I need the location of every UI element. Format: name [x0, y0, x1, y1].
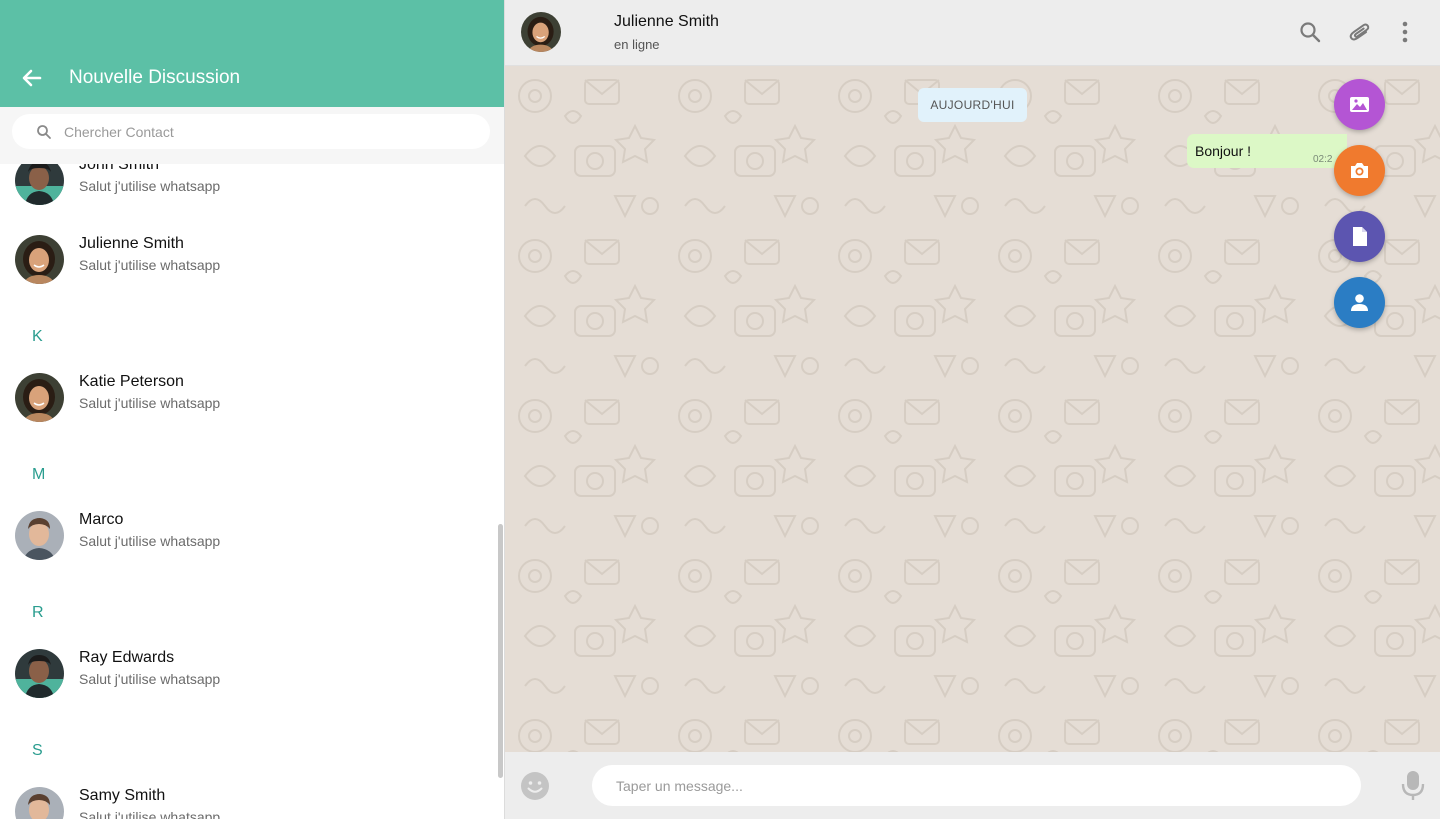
new-chat-header: Nouvelle Discussion — [0, 0, 504, 107]
avatar — [15, 511, 64, 560]
outgoing-message-bubble[interactable]: Bonjour ! 02:2 — [1187, 134, 1347, 168]
message-text: Bonjour ! — [1195, 143, 1252, 159]
contact-name: Ray Edwards — [79, 649, 175, 666]
back-button[interactable] — [18, 64, 46, 92]
contact-list-scrollbar[interactable] — [498, 524, 503, 778]
attach-camera-button[interactable] — [1334, 145, 1385, 196]
section-letter: R — [32, 604, 44, 621]
avatar — [15, 235, 64, 284]
arrow-left-icon — [22, 69, 42, 87]
message-composer — [505, 752, 1440, 819]
search-icon — [37, 125, 51, 139]
contact-name: Marco — [79, 511, 124, 528]
attach-document-button[interactable] — [1334, 211, 1385, 262]
contact-status: Salut j'utilise whatsapp — [79, 533, 221, 549]
voice-record-button[interactable] — [1400, 770, 1426, 802]
camera-icon — [1351, 163, 1368, 178]
new-chat-title: Nouvelle Discussion — [69, 67, 241, 88]
contact-search-box[interactable] — [12, 114, 490, 149]
contact-status: Salut j'utilise whatsapp — [79, 671, 221, 687]
chat-search-button[interactable] — [1298, 20, 1322, 44]
contact-item[interactable]: Julienne Smith Salut j'utilise whatsapp — [0, 235, 496, 304]
section-letter: M — [32, 466, 46, 483]
contact-status: Salut j'utilise whatsapp — [79, 257, 221, 273]
microphone-icon — [1401, 771, 1425, 800]
chat-messages-area[interactable]: AUJOURD'HUI Bonjour ! 02:2 — [505, 66, 1440, 752]
chat-contact-name[interactable]: Julienne Smith — [614, 13, 719, 31]
emoji-button[interactable] — [520, 771, 550, 801]
avatar — [15, 787, 64, 819]
paperclip-icon — [1349, 23, 1370, 41]
search-icon — [1300, 22, 1321, 43]
more-vertical-icon — [1402, 21, 1408, 43]
new-chat-panel: Nouvelle Discussion John Smith — [0, 0, 504, 819]
contact-item[interactable]: John Smith Salut j'utilise whatsapp — [0, 164, 496, 225]
chat-panel: Julienne Smith en ligne AUJOURD'HUI Bonj… — [505, 0, 1440, 819]
contact-name: John Smith — [79, 164, 160, 173]
chat-header: Julienne Smith en ligne — [505, 0, 1440, 66]
contact-status: Salut j'utilise whatsapp — [79, 395, 221, 411]
emoji-icon — [521, 772, 549, 800]
section-letter: K — [32, 328, 43, 345]
attach-contact-button[interactable] — [1334, 277, 1385, 328]
image-icon — [1350, 97, 1369, 112]
chat-menu-button[interactable] — [1393, 20, 1417, 44]
contact-search-area — [0, 107, 504, 164]
date-separator: AUJOURD'HUI — [918, 88, 1027, 122]
chat-presence-status: en ligne — [614, 37, 660, 52]
contact-item[interactable]: Ray Edwards Salut j'utilise whatsapp — [0, 649, 496, 718]
attach-gallery-button[interactable] — [1334, 79, 1385, 130]
contact-name: Samy Smith — [79, 787, 166, 804]
contact-item[interactable]: Samy Smith Salut j'utilise whatsapp — [0, 787, 496, 819]
message-time: 02:2 — [1313, 154, 1333, 165]
document-icon — [1353, 227, 1367, 246]
contact-status: Salut j'utilise whatsapp — [79, 178, 221, 194]
message-input[interactable] — [616, 765, 1336, 806]
section-letter: S — [32, 742, 43, 759]
contact-status: Salut j'utilise whatsapp — [79, 809, 221, 819]
contact-icon — [1351, 294, 1368, 311]
contact-item[interactable]: Katie Peterson Salut j'utilise whatsapp — [0, 373, 496, 442]
contact-item[interactable]: Marco Salut j'utilise whatsapp — [0, 511, 496, 580]
avatar[interactable] — [521, 12, 561, 52]
contact-name: Katie Peterson — [79, 373, 184, 390]
attach-button[interactable] — [1348, 20, 1372, 44]
avatar — [15, 373, 64, 422]
contact-search-input[interactable] — [64, 114, 474, 149]
avatar — [15, 164, 64, 205]
chat-wallpaper-pattern — [505, 66, 1440, 752]
avatar — [15, 649, 64, 698]
contact-name: Julienne Smith — [79, 235, 184, 252]
message-input-box[interactable] — [592, 765, 1361, 806]
contact-list: John Smith Salut j'utilise whatsapp Juli… — [0, 164, 504, 819]
